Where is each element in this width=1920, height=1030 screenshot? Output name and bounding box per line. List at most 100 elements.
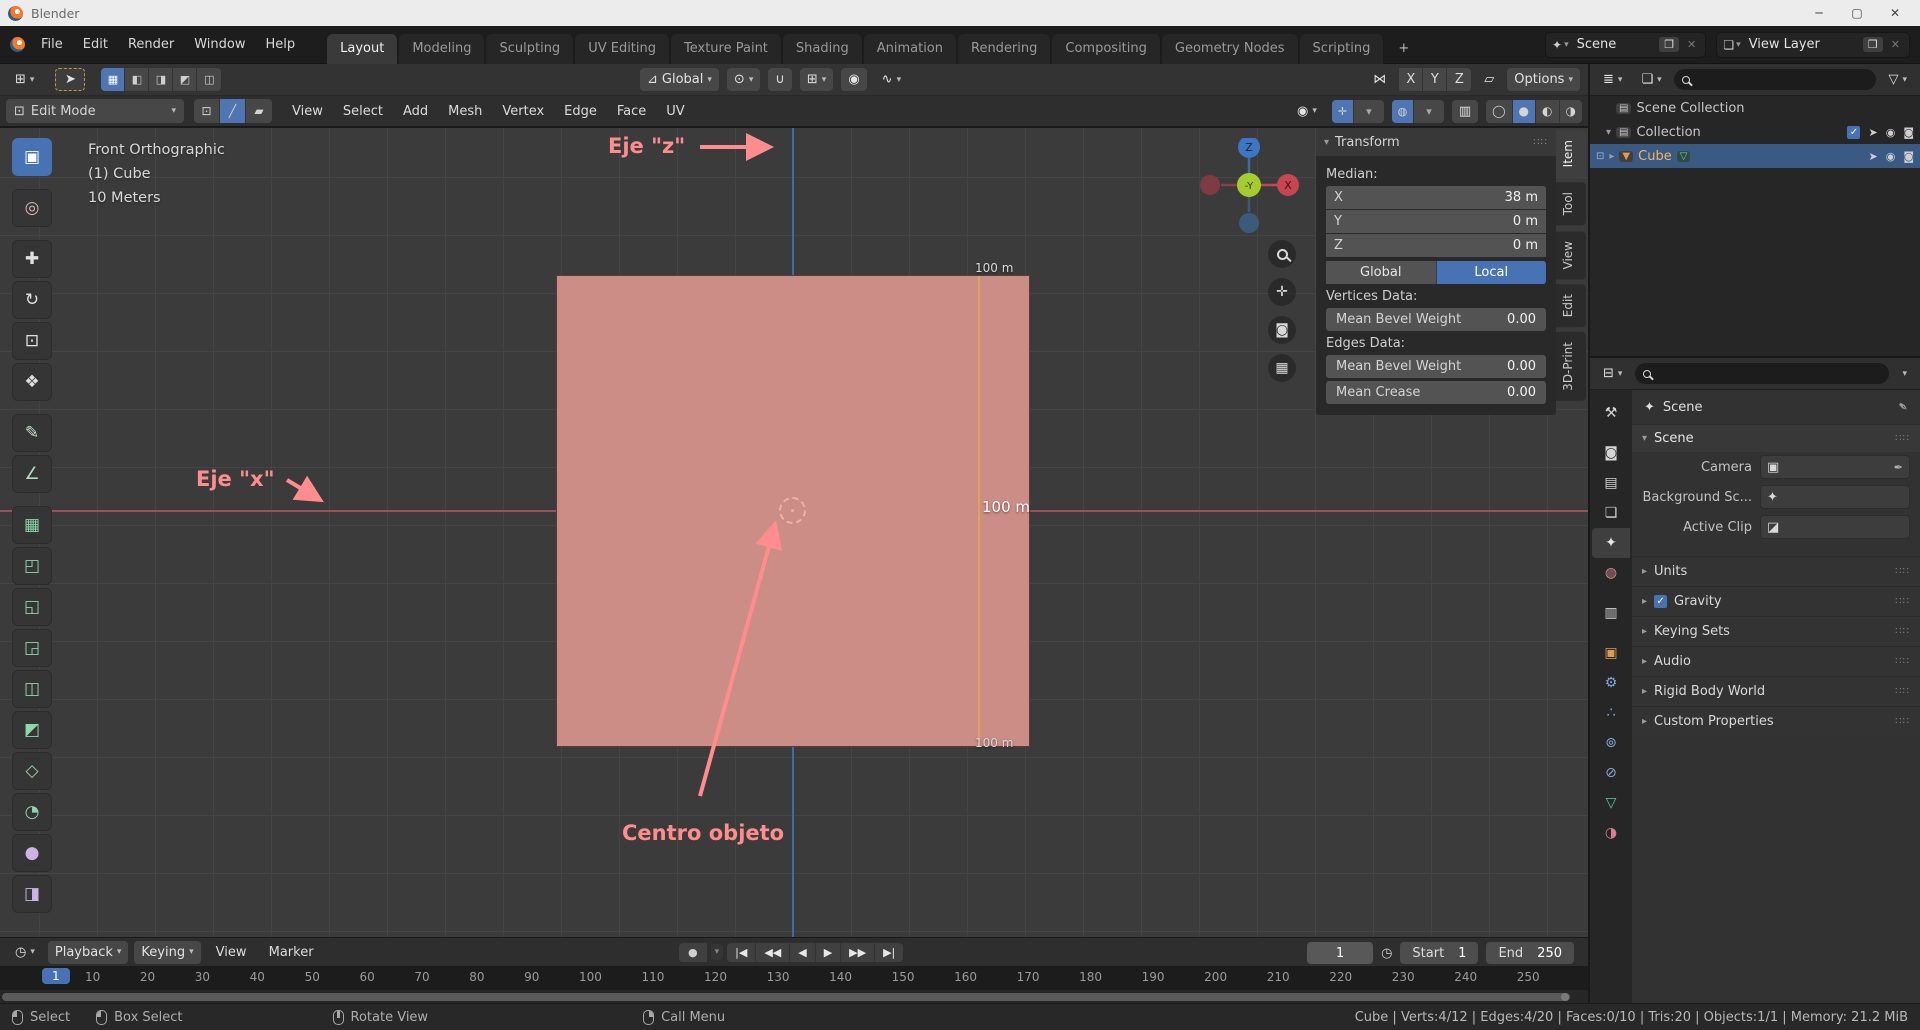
tool[interactable]: ⚒ [1592, 398, 1630, 428]
outliner-filter-button[interactable]: ▽ ▾ [1881, 68, 1914, 91]
constraints[interactable]: ⊘ [1592, 758, 1630, 788]
selectable-icon[interactable]: ➤ [1868, 150, 1877, 163]
grip-icon[interactable]: ∷∷ [1895, 686, 1910, 697]
next-keyframe[interactable]: ▶▶ [841, 942, 876, 962]
extrude-region[interactable]: ◰ [12, 547, 52, 585]
auto-keying-record-button[interactable]: ● [679, 942, 707, 962]
minimize-button[interactable]: ─ [1802, 6, 1836, 20]
add-cube[interactable]: ▦ [12, 506, 52, 544]
viewport-menu-item[interactable]: Add [393, 100, 438, 123]
loop-cut[interactable]: ◫ [12, 670, 52, 708]
object-data[interactable]: ▽ [1592, 788, 1630, 818]
grip-icon[interactable]: ∷∷ [1895, 433, 1910, 444]
grip-icon[interactable]: ∷∷ [1895, 626, 1910, 637]
scrollbar-thumb[interactable] [2, 993, 1570, 1001]
new-view-layer-button[interactable]: ❐ [1862, 37, 1883, 52]
select-intersect-button[interactable]: ◫ [197, 68, 222, 91]
proportional-editing-toggle[interactable]: ◉ [841, 68, 867, 91]
pin-icon[interactable]: ✒ [1894, 398, 1912, 417]
gizmo-minus-z-axis[interactable] [1239, 213, 1259, 233]
outliner-search-input[interactable] [1673, 69, 1877, 90]
annotate[interactable]: ✎ [12, 414, 52, 452]
menu-item[interactable]: Window [184, 33, 255, 56]
scene[interactable]: ✦ [1592, 528, 1630, 558]
workspace-tab[interactable]: Animation [863, 33, 957, 64]
xray-toggle[interactable]: ▥ [1451, 99, 1479, 123]
mode-dropdown[interactable]: ⊡ Edit Mode ▾ [6, 99, 184, 123]
viewport-menu-item[interactable]: UV [656, 100, 694, 123]
transform-orientation-dropdown[interactable]: ⊿ Global ▾ [640, 68, 719, 91]
keying-options-caret[interactable]: ▾ [710, 944, 724, 960]
menu-item[interactable]: Edit [73, 33, 118, 56]
workspace-tab[interactable]: Modeling [399, 33, 486, 64]
edge-slide[interactable]: ◨ [12, 875, 52, 913]
median-value-field[interactable]: Z 0 m [1326, 234, 1546, 257]
menu-item[interactable]: Render [118, 33, 184, 56]
workspace-tab[interactable]: Scripting [1299, 33, 1385, 64]
gizmos-dropdown[interactable]: ▾ [1354, 99, 1384, 123]
expand-triangle-icon[interactable]: ▾ [1606, 127, 1611, 138]
properties-editor-type-button[interactable]: ⊟ ▾ [1596, 362, 1629, 385]
collapsed-panel[interactable]: ▸ ✓ Gravity ∷∷ [1632, 586, 1920, 616]
collection[interactable]: ▥ [1592, 598, 1630, 628]
pan-button[interactable]: ✛ [1268, 278, 1296, 306]
view-layer-selector[interactable]: ❏ ▾ View Layer ❐ ✕ [1716, 31, 1910, 58]
property-field[interactable]: ◪ [1760, 515, 1910, 539]
timeline-scrollbar[interactable] [0, 990, 1588, 1004]
properties-options-dropdown[interactable]: ▾ [1895, 362, 1914, 385]
viewport-menu-item[interactable]: Select [333, 100, 393, 123]
smooth[interactable]: ● [12, 834, 52, 872]
grip-icon[interactable]: ∷∷ [1533, 137, 1548, 148]
grip-icon[interactable]: ∷∷ [1895, 716, 1910, 727]
snap-options-icon[interactable]: ▱ [1477, 68, 1501, 91]
workspace-tab[interactable]: Compositing [1052, 33, 1161, 64]
timeline-editor-type-button[interactable]: ◷ ▾ [8, 941, 42, 964]
selectable-icon[interactable]: ➤ [1868, 126, 1877, 139]
workspace-tab[interactable]: Rendering [958, 33, 1052, 64]
collapsed-panel[interactable]: ▸ Rigid Body World ∷∷ [1632, 676, 1920, 706]
vertex-select-button[interactable]: ⊡ [194, 99, 220, 123]
output[interactable]: ▤ [1592, 468, 1630, 498]
editor-type-button[interactable]: ⊞ ▾ [8, 68, 41, 91]
measure[interactable]: ∠ [12, 455, 52, 493]
sidebar-tab[interactable]: View [1556, 230, 1586, 280]
vertex-data-field[interactable]: Mean Bevel Weight 0.00 [1326, 308, 1546, 331]
maximize-button[interactable]: ▢ [1840, 6, 1874, 20]
menu-item[interactable]: Help [256, 33, 306, 56]
visibility-dropdown[interactable]: ◉ ▾ [1290, 100, 1324, 123]
rotate[interactable]: ↻ [12, 281, 52, 319]
wireframe-shading-button[interactable]: ◯ [1486, 99, 1513, 123]
rendered-shading-button[interactable]: ◑ [1559, 99, 1582, 123]
outliner-row-collection[interactable]: ▾ ▤ Collection ✓ ➤ ◉ ◙ [1590, 120, 1920, 144]
viewport-menu-item[interactable]: View [282, 100, 333, 123]
hide-viewport-icon[interactable]: ◉ [1886, 126, 1896, 139]
overlays-dropdown[interactable]: ▾ [1414, 99, 1444, 123]
workspace-tab[interactable]: Geometry Nodes [1161, 33, 1299, 64]
grip-icon[interactable]: ∷∷ [1895, 596, 1910, 607]
timeline-marker-menu[interactable]: Marker [260, 941, 323, 964]
space-button[interactable]: Local [1436, 261, 1546, 284]
properties-search-input[interactable] [1635, 363, 1890, 384]
outliner-row-cube[interactable]: ⊡ ▸ ▼ Cube ▽ ➤ ◉ ◙ [1590, 144, 1920, 168]
workspace-tab[interactable]: Shading [782, 33, 863, 64]
particles[interactable]: ∴ [1592, 698, 1630, 728]
scene-panel-header[interactable]: ▾ Scene ∷∷ [1632, 424, 1920, 452]
world[interactable]: ◍ [1592, 558, 1630, 588]
spin[interactable]: ◔ [12, 793, 52, 831]
current-frame-indicator[interactable]: 1 [42, 968, 70, 984]
hide-viewport-icon[interactable]: ◉ [1886, 150, 1896, 163]
knife[interactable]: ◩ [12, 711, 52, 749]
select-extend-button[interactable]: ◧ [125, 68, 150, 91]
perspective-toggle-button[interactable]: ▦ [1268, 354, 1296, 382]
gravity-checkbox[interactable]: ✓ [1654, 595, 1668, 608]
transform-panel-header[interactable]: ▾ Transform ∷∷ [1316, 128, 1556, 156]
median-value-field[interactable]: X 38 m [1326, 186, 1546, 209]
sidebar-tab[interactable]: Tool [1556, 182, 1586, 226]
outliner-filter-id-dropdown[interactable]: ❏ ▾ [1634, 68, 1668, 91]
material[interactable]: ◑ [1592, 818, 1630, 848]
viewport-menu-item[interactable]: Vertex [492, 100, 554, 123]
scene-selector[interactable]: ✦ ▾ Scene ❐ ✕ [1545, 31, 1707, 58]
select-subtract-button[interactable]: ◨ [149, 68, 174, 91]
workspace-tab[interactable]: Texture Paint [671, 33, 782, 64]
collapsed-panel[interactable]: ▸ Audio ∷∷ [1632, 646, 1920, 676]
